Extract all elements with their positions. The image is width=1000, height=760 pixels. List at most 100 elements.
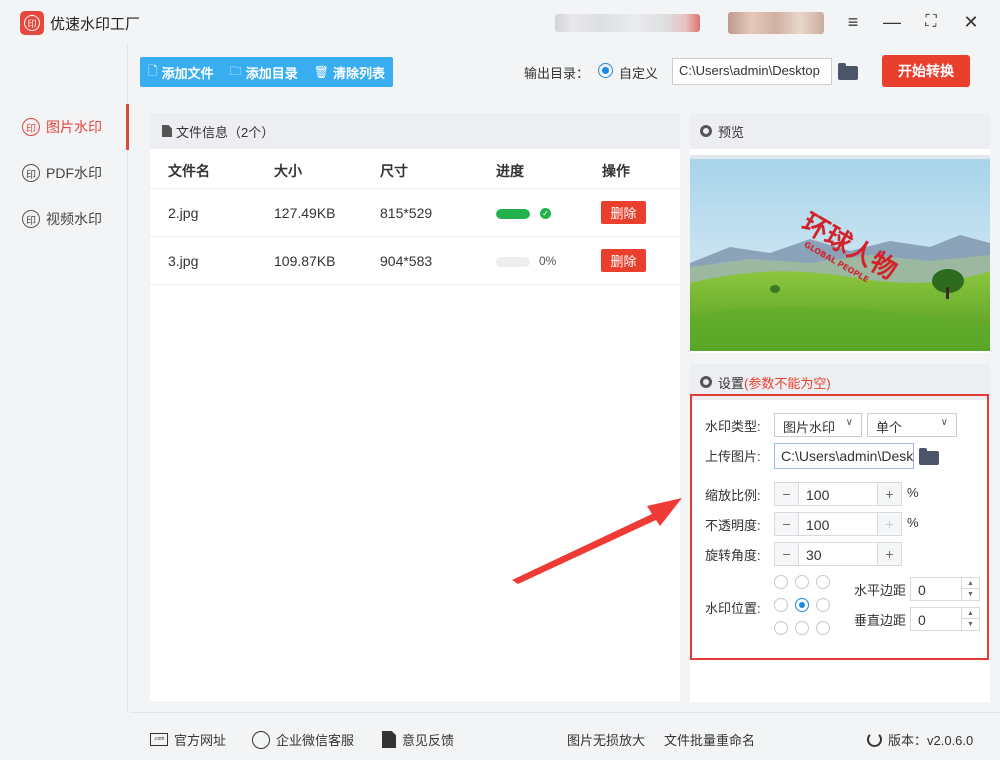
position-radio-5[interactable] — [795, 598, 809, 612]
chat-icon — [252, 730, 270, 749]
clear-list-label: 清除列表 — [332, 65, 385, 81]
watermark-icon: 印 — [22, 210, 40, 228]
gear-icon — [700, 376, 712, 388]
chevron-down-icon: ∨ — [845, 417, 853, 428]
watermark-mode-value: 单个 — [876, 420, 903, 435]
feedback-label: 意见反馈 — [402, 733, 455, 748]
scale-label: 缩放比例: — [705, 488, 761, 503]
logo-glyph: 印 — [24, 15, 40, 31]
preview-panel: 预览 环球人物 GLOBAL PEOPLE — [690, 113, 990, 353]
preview-header: 预览 — [690, 113, 990, 149]
image-enlarge-link[interactable]: 图片无损放大 — [567, 730, 645, 749]
progress-bar — [496, 209, 530, 219]
preview-image: 环球人物 GLOBAL PEOPLE — [690, 155, 990, 351]
spin-up-icon[interactable]: ▲ — [962, 578, 979, 589]
blurred-user-avatar[interactable] — [728, 12, 824, 34]
watermark-type-label: 水印类型: — [705, 419, 761, 434]
rotation-label: 旋转角度: — [705, 548, 761, 563]
output-path-input[interactable]: C:\Users\admin\Desktop — [672, 58, 832, 85]
vertical-margin-spinner[interactable]: 0 ▲ ▼ — [910, 607, 980, 631]
add-folder-button[interactable]: 🗀 添加目录 — [230, 62, 298, 83]
file-size: 109.87KB — [274, 253, 336, 269]
spinner-arrows: ▲ ▼ — [961, 578, 979, 600]
output-dir-label: 输出目录： — [524, 66, 590, 81]
clear-list-button[interactable]: 🗑 清除列表 — [314, 63, 385, 82]
close-icon[interactable]: ✕ — [959, 10, 983, 34]
file-dimensions: 904*583 — [380, 253, 433, 269]
version-label: 版本：v2.0.6.0 — [888, 733, 974, 748]
opacity-value: 100 — [806, 517, 830, 533]
position-radio-8[interactable] — [795, 621, 809, 635]
file-dimensions: 815*529 — [380, 205, 433, 221]
website-link[interactable]: .com 官方网址 — [150, 730, 226, 749]
decrement-button[interactable]: − — [775, 543, 799, 565]
spin-down-icon[interactable]: ▼ — [962, 619, 979, 630]
vertical-margin-value: 0 — [918, 612, 926, 628]
column-header-name: 文件名 — [168, 163, 210, 179]
horizontal-margin-value: 0 — [918, 582, 926, 598]
vertical-margin-label: 垂直边距 — [854, 613, 907, 628]
settings-title: 设置 — [718, 375, 745, 391]
position-radio-7[interactable] — [774, 621, 788, 635]
file-icon: 🗋 — [148, 63, 158, 78]
rotation-stepper[interactable]: − 30 + — [774, 542, 902, 566]
sidebar: 印 图片水印 印 PDF水印 印 视频水印 — [0, 44, 129, 712]
sidebar-item-label: 视频水印 — [46, 211, 102, 227]
spin-down-icon[interactable]: ▼ — [962, 589, 979, 600]
table-row: 3.jpg 109.87KB 904*583 0% 删除 — [150, 236, 680, 284]
position-radio-4[interactable] — [774, 598, 788, 612]
feedback-link[interactable]: 意见反馈 — [382, 730, 454, 749]
batch-rename-link[interactable]: 文件批量重命名 — [664, 730, 755, 749]
settings-panel: 设置 (参数不能为空) 水印类型: 图片水印 ∨ 单个 ∨ 上传图片: C:\U… — [690, 364, 990, 702]
browse-image-folder-icon[interactable] — [919, 448, 939, 465]
sidebar-item-image-watermark[interactable]: 印 图片水印 — [0, 104, 129, 150]
horizontal-margin-spinner[interactable]: 0 ▲ ▼ — [910, 577, 980, 601]
footer-bar: .com 官方网址 企业微信客服 意见反馈 图片无损放大 文件批量重命名 版本：… — [130, 712, 1000, 760]
website-label: 官方网址 — [174, 733, 227, 748]
chevron-down-icon: ∨ — [940, 417, 948, 428]
position-radio-6[interactable] — [816, 598, 830, 612]
watermark-icon: 印 — [22, 118, 40, 136]
start-convert-button[interactable]: 开始转换 — [882, 55, 970, 87]
increment-button[interactable]: + — [877, 543, 901, 565]
sidebar-item-video-watermark[interactable]: 印 视频水印 — [0, 196, 128, 242]
upload-image-path-input[interactable]: C:\Users\admin\Desktop — [774, 443, 914, 469]
delete-button[interactable]: 删除 — [601, 249, 646, 272]
delete-button[interactable]: 删除 — [601, 201, 646, 224]
file-name: 2.jpg — [168, 205, 199, 221]
spin-up-icon[interactable]: ▲ — [962, 608, 979, 619]
sidebar-item-label: PDF水印 — [46, 165, 102, 181]
menu-icon[interactable]: ≡ — [841, 10, 865, 34]
decrement-button[interactable]: − — [775, 483, 799, 505]
opacity-label: 不透明度: — [705, 518, 761, 533]
add-folder-label: 添加目录 — [245, 65, 298, 81]
file-panel-header: 文件信息（2个） — [150, 113, 680, 149]
watermark-type-select[interactable]: 图片水印 ∨ — [774, 413, 862, 437]
position-radio-3[interactable] — [816, 575, 830, 589]
version-info[interactable]: 版本：v2.0.6.0 — [867, 730, 973, 749]
website-icon: .com — [150, 733, 168, 746]
increment-button[interactable]: + — [877, 483, 901, 505]
add-file-button[interactable]: 🗋 添加文件 — [148, 62, 214, 83]
scale-stepper[interactable]: − 100 + — [774, 482, 902, 506]
wechat-support-label: 企业微信客服 — [276, 733, 355, 748]
position-radio-1[interactable] — [774, 575, 788, 589]
column-header-size: 大小 — [274, 163, 302, 179]
watermark-mode-select[interactable]: 单个 ∨ — [867, 413, 957, 437]
maximize-icon[interactable]: ⛶ — [919, 10, 943, 34]
sidebar-item-label: 图片水印 — [46, 119, 102, 135]
increment-button[interactable]: + — [877, 513, 901, 535]
custom-output-radio[interactable] — [598, 63, 613, 78]
opacity-stepper[interactable]: − 100 + — [774, 512, 902, 536]
add-file-label: 添加文件 — [161, 65, 214, 81]
position-radio-2[interactable] — [795, 575, 809, 589]
table-row: 2.jpg 127.49KB 815*529 ✓ 删除 — [150, 188, 680, 236]
wechat-support-link[interactable]: 企业微信客服 — [252, 730, 354, 749]
minimize-icon[interactable]: — — [880, 10, 904, 34]
custom-output-label: 自定义 — [619, 66, 659, 81]
scale-value: 100 — [806, 487, 830, 503]
browse-output-folder-icon[interactable] — [838, 63, 858, 80]
decrement-button[interactable]: − — [775, 513, 799, 535]
position-radio-9[interactable] — [816, 621, 830, 635]
sidebar-item-pdf-watermark[interactable]: 印 PDF水印 — [0, 150, 128, 196]
